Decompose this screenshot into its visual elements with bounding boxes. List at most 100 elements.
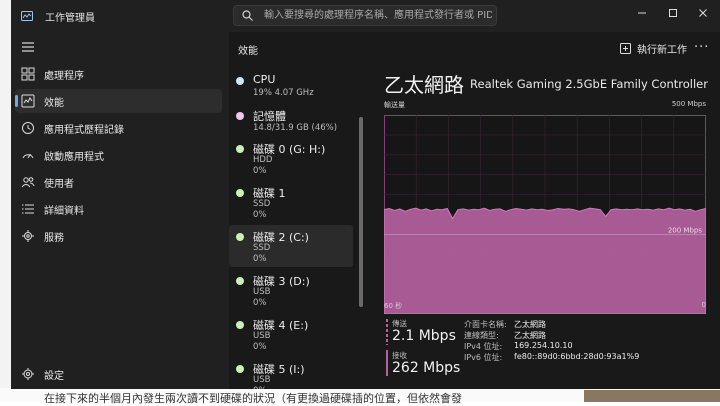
active-indicator: [15, 95, 18, 107]
users-icon: [21, 177, 35, 188]
device-color-dot: [236, 233, 244, 241]
background-image-thumbnail: [584, 390, 720, 402]
device-usage: 0%: [253, 298, 267, 308]
device-disk-1[interactable]: 磁碟 1 SSD 0%: [229, 181, 353, 223]
info-value: 乙太網路: [514, 331, 546, 340]
device-color-dot: [236, 112, 244, 120]
info-key: IPv6 位址:: [464, 353, 503, 362]
device-name: 記憶體: [253, 110, 286, 123]
run-new-task-label: 執行新工作: [637, 44, 687, 56]
minimize-button[interactable]: [635, 6, 649, 20]
device-disk-2[interactable]: 磁碟 2 (C:) SSD 0%: [229, 225, 353, 267]
sidebar-item-label: 處理程序: [44, 71, 84, 82]
device-disk-3[interactable]: 磁碟 3 (D:) USB 0%: [229, 269, 353, 311]
info-value: 乙太網路: [514, 320, 546, 329]
device-usage: 0%: [253, 166, 267, 176]
hamburger-menu-icon[interactable]: [21, 41, 35, 53]
mid-scale-label: 200 Mbps: [668, 226, 703, 234]
sidebar-item-settings[interactable]: 設定: [15, 362, 222, 386]
device-disk-5[interactable]: 磁碟 5 (I:) USB 0%: [229, 357, 353, 389]
ethernet-detail: 乙太網路 Realtek Gaming 2.5GbE Family Contro…: [384, 69, 720, 389]
device-stat: 14.8/31.9 GB (46%): [253, 123, 338, 133]
search-input[interactable]: [264, 8, 492, 23]
device-type: USB: [253, 331, 271, 341]
minimize-icon: [638, 12, 646, 14]
sidebar-item-processes[interactable]: 處理程序: [15, 62, 222, 86]
sidebar-item-app-history[interactable]: 應用程式歷程記錄: [15, 116, 222, 140]
run-task-icon: [620, 42, 631, 54]
send-indicator: [386, 319, 388, 345]
throughput-label: 輸送量: [384, 101, 405, 109]
zero-label: 0: [701, 301, 706, 309]
processes-icon: [21, 67, 35, 81]
task-manager-app-icon: [21, 11, 33, 21]
search-box[interactable]: [233, 5, 497, 26]
background-page-text: 在接下來的半個月內發生兩次讀不到硬碟的狀況（有更換過硬碟插的位置，但依然會發: [44, 392, 462, 405]
throughput-chart: 200 Mbps: [384, 115, 706, 314]
device-color-dot: [236, 77, 244, 85]
task-manager-window: 工作管理員 處理程序: [11, 0, 720, 389]
performance-panel: 效能 執行新工作 ··· CPU 19% 4.07 GHz 記憶體 14.8/3…: [229, 32, 720, 389]
max-scale-label: 500 Mbps: [671, 100, 706, 108]
receive-area: [384, 207, 706, 314]
receive-indicator: [386, 350, 388, 376]
sidebar-item-users[interactable]: 使用者: [15, 170, 222, 194]
speedometer-icon: [22, 153, 34, 159]
sidebar-item-label: 設定: [44, 371, 64, 382]
device-usage: 0%: [253, 386, 267, 389]
device-disk-4[interactable]: 磁碟 4 (E:) USB 0%: [229, 313, 353, 355]
device-color-dot: [236, 321, 244, 329]
sidebar-item-details[interactable]: 詳細資料: [15, 197, 222, 221]
receive-value: 262 Mbps: [392, 360, 461, 376]
panel-header: 效能 執行新工作 ···: [229, 32, 720, 64]
device-color-dot: [236, 189, 244, 197]
sidebar: 處理程序 效能 應用程式歷程記錄 啟動應用程式 使用者 詳細資料 服務 設定: [11, 32, 229, 389]
page-title: 效能: [238, 46, 258, 57]
device-color-dot: [236, 365, 244, 373]
device-type: HDD: [253, 155, 273, 165]
device-type: SSD: [253, 199, 271, 209]
device-list-scrollbar[interactable]: [359, 117, 363, 307]
device-stat: 19% 4.07 GHz: [253, 88, 314, 98]
settings-gear-icon: [22, 368, 34, 380]
run-new-task-button[interactable]: 執行新工作: [620, 41, 687, 56]
device-type: USB: [253, 375, 271, 385]
sidebar-item-label: 服務: [44, 233, 64, 244]
device-name: CPU: [253, 73, 276, 86]
sidebar-item-label: 使用者: [44, 179, 74, 190]
maximize-button[interactable]: [666, 6, 680, 20]
device-disk-0[interactable]: 磁碟 0 (G: H:) HDD 0%: [229, 137, 353, 179]
details-list-icon: [22, 204, 34, 214]
device-color-dot: [236, 145, 244, 153]
device-type: SSD: [253, 243, 271, 253]
services-gear-icon: [22, 230, 34, 242]
info-key: 介面卡名稱:: [464, 320, 507, 329]
sidebar-item-label: 應用程式歷程記錄: [44, 125, 124, 136]
adapter-name: Realtek Gaming 2.5GbE Family Controller: [470, 77, 708, 91]
more-options-icon[interactable]: ···: [694, 40, 709, 55]
device-type: USB: [253, 287, 271, 297]
device-usage: 0%: [253, 210, 267, 220]
sidebar-item-startup-apps[interactable]: 啟動應用程式: [15, 143, 222, 167]
info-key: IPv4 位址:: [464, 342, 503, 351]
send-value: 2.1 Mbps: [392, 328, 456, 344]
close-icon: [699, 9, 707, 17]
device-color-dot: [236, 277, 244, 285]
sidebar-item-label: 啟動應用程式: [44, 152, 104, 163]
title-bar: 工作管理員: [11, 0, 720, 32]
device-list: CPU 19% 4.07 GHz 記憶體 14.8/31.9 GB (46%) …: [229, 69, 365, 389]
sidebar-item-services[interactable]: 服務: [15, 224, 222, 248]
time-range-label: 60 秒: [384, 302, 403, 310]
info-value: 169.254.10.10: [514, 341, 573, 350]
close-button[interactable]: [696, 6, 710, 20]
device-usage: 0%: [253, 342, 267, 352]
window-title: 工作管理員: [45, 13, 95, 24]
detail-title: 乙太網路: [384, 73, 464, 97]
app-history-icon: [22, 122, 34, 134]
search-icon: [242, 10, 253, 21]
info-value: fe80::89d0:6bbd:28d0:93a1%9: [514, 352, 640, 361]
throughput-graph: 200 Mbps: [384, 115, 706, 314]
performance-icon: [21, 94, 35, 108]
sidebar-item-performance[interactable]: 效能: [15, 89, 222, 113]
device-usage: 0%: [253, 254, 267, 264]
